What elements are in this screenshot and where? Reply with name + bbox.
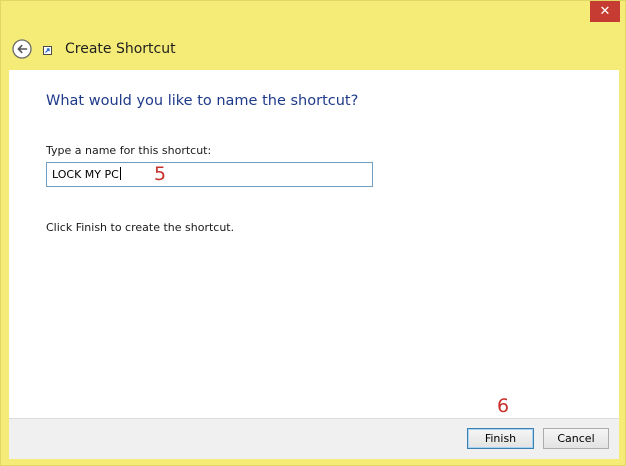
close-button[interactable]: ✕ bbox=[590, 1, 620, 22]
finish-button[interactable]: Finish bbox=[467, 428, 534, 449]
finish-hint: Click Finish to create the shortcut. bbox=[46, 221, 235, 234]
window-title: Create Shortcut bbox=[65, 41, 176, 57]
back-button[interactable] bbox=[12, 39, 32, 59]
wizard-content: What would you like to name the shortcut… bbox=[9, 70, 619, 418]
shortcut-name-input[interactable]: LOCK MY PC bbox=[46, 162, 373, 187]
annotation-step-6: 6 bbox=[497, 395, 510, 417]
create-shortcut-window: ✕ Create Shortcut What would you like to… bbox=[0, 0, 626, 466]
text-caret bbox=[119, 167, 121, 180]
shortcut-name-value: LOCK MY PC bbox=[52, 167, 121, 181]
page-heading: What would you like to name the shortcut… bbox=[46, 93, 359, 109]
shortcut-icon bbox=[43, 46, 52, 55]
annotation-step-5: 5 bbox=[154, 163, 167, 185]
cancel-button[interactable]: Cancel bbox=[543, 428, 609, 449]
shortcut-name-label: Type a name for this shortcut: bbox=[46, 144, 212, 157]
close-icon: ✕ bbox=[599, 4, 611, 19]
back-arrow-icon bbox=[12, 39, 32, 59]
